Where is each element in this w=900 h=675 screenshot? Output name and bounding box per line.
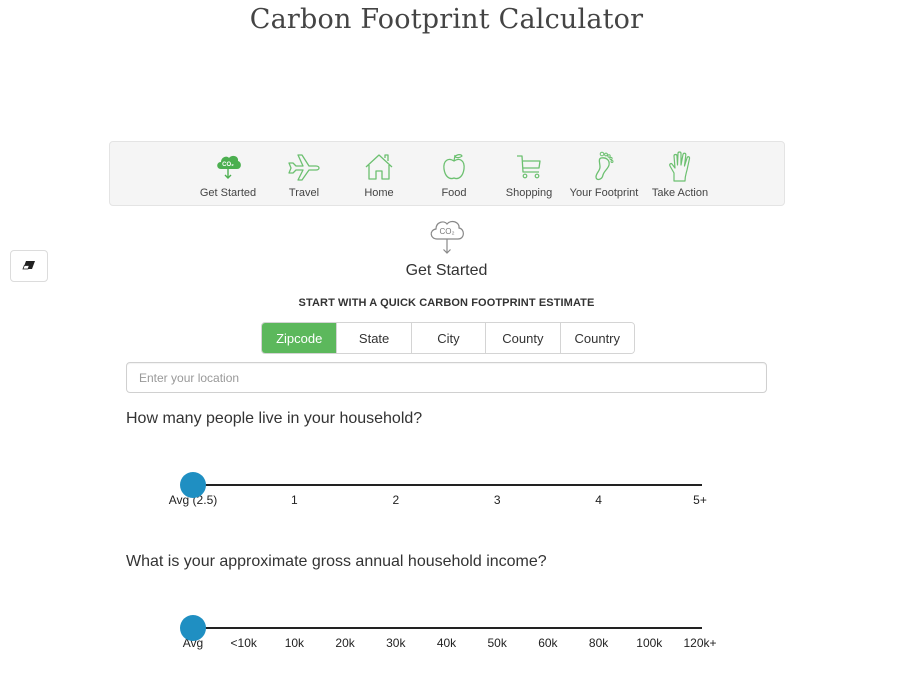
shopping-cart-icon xyxy=(489,150,569,184)
nav-item-shopping[interactable]: Shopping xyxy=(489,150,569,199)
nav-item-take-action[interactable]: Take Action xyxy=(640,150,720,199)
airplane-icon xyxy=(264,150,344,184)
slider-thumb[interactable] xyxy=(180,472,206,498)
slider-thumb[interactable] xyxy=(180,615,206,641)
svg-text:CO₂: CO₂ xyxy=(439,227,454,236)
nav-label: Travel xyxy=(288,187,320,199)
footprint-icon xyxy=(564,150,644,184)
nav-label: Get Started xyxy=(199,187,257,199)
slider-tick-label: 50k xyxy=(487,636,507,650)
slider-tick-label: 3 xyxy=(493,493,501,507)
slider-tick-label: 80k xyxy=(588,636,609,650)
slider-tick-label: <10k xyxy=(230,636,257,650)
estimate-heading: START WITH A QUICK CARBON FOOTPRINT ESTI… xyxy=(298,297,595,309)
slider-tick-label: 20k xyxy=(335,636,355,650)
slider-tick-label: 5+ xyxy=(693,493,707,507)
nav-item-food[interactable]: Food xyxy=(414,150,494,199)
house-icon xyxy=(339,150,419,184)
household-question: How many people live in your household? xyxy=(126,410,423,427)
section-title: Get Started xyxy=(405,262,488,279)
location-type-country[interactable]: Country xyxy=(559,323,634,353)
slider-tick-label: 4 xyxy=(595,493,602,507)
slider-track[interactable] xyxy=(193,627,702,629)
location-type-county[interactable]: County xyxy=(485,323,560,353)
income-slider[interactable]: Avg <10k 10k 20k 30k 40k 50k 60k 80k 100k 120k+ xyxy=(0,615,900,655)
step-navigation: CO₂ Get Started Travel Home Food Shoppin… xyxy=(109,141,785,206)
slider-tick-label: 60k xyxy=(538,636,558,650)
slider-tick-label: 100k xyxy=(636,636,663,650)
slider-tick-label: 30k xyxy=(386,636,406,650)
income-question: What is your approximate gross annual ho… xyxy=(126,553,547,570)
nav-label: Home xyxy=(364,187,394,199)
co2-cloud-icon: CO₂ xyxy=(425,215,469,257)
slider-tick-label: 10k xyxy=(284,636,305,650)
household-size-slider[interactable]: Avg (2.5) 1 2 3 4 5+ xyxy=(0,472,900,512)
slider-track[interactable] xyxy=(193,484,702,486)
nav-item-your-footprint[interactable]: Your Footprint xyxy=(564,150,644,199)
nav-label: Your Footprint xyxy=(569,187,639,199)
location-input[interactable] xyxy=(126,362,767,393)
slider-tick-label: 2 xyxy=(392,493,400,507)
page-title: Carbon Footprint Calculator xyxy=(249,4,644,35)
apple-icon xyxy=(414,150,494,184)
nav-label: Food xyxy=(441,187,467,199)
location-type-zipcode[interactable]: Zipcode xyxy=(262,323,337,353)
nav-label: Shopping xyxy=(505,187,553,199)
nav-item-get-started[interactable]: CO₂ Get Started xyxy=(188,150,268,199)
slider-tick-label: 40k xyxy=(436,636,457,650)
location-type-state[interactable]: State xyxy=(336,323,411,353)
location-type-city[interactable]: City xyxy=(410,323,486,353)
hand-icon xyxy=(640,150,720,184)
location-type-selector: Zipcode State City County Country xyxy=(261,322,635,354)
nav-label: Take Action xyxy=(651,187,709,199)
slider-tick-label: 120k+ xyxy=(683,636,717,650)
nav-item-home[interactable]: Home xyxy=(339,150,419,199)
svg-text:CO₂: CO₂ xyxy=(222,162,234,168)
co2-cloud-icon: CO₂ xyxy=(188,150,268,184)
slider-tick-label: 1 xyxy=(291,493,298,507)
nav-item-travel[interactable]: Travel xyxy=(264,150,344,199)
